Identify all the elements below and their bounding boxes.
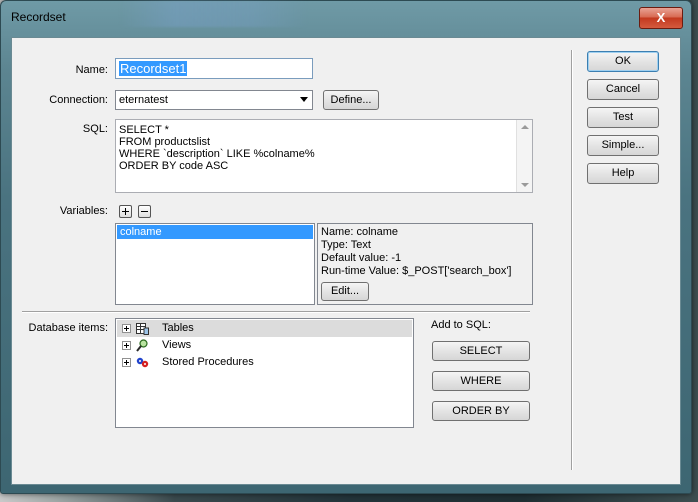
- window-title: Recordset: [11, 10, 66, 24]
- edit-variable-button[interactable]: Edit...: [321, 282, 369, 301]
- background-logo: [119, 1, 309, 27]
- sql-line: SELECT *: [119, 124, 169, 136]
- name-input-value: Recordset1: [119, 61, 188, 76]
- view-icon: [136, 339, 148, 352]
- add-variable-button[interactable]: [119, 205, 132, 218]
- separator: [22, 311, 530, 313]
- add-select-button[interactable]: SELECT: [432, 341, 530, 361]
- sql-line: FROM productslist: [119, 136, 211, 148]
- variable-detail: Run-time Value: $_POST['search_box']: [321, 265, 512, 277]
- variable-detail: Type: Text: [321, 239, 371, 251]
- expand-icon[interactable]: [122, 358, 131, 367]
- sql-textarea[interactable]: SELECT * FROM productslist WHERE `descri…: [115, 119, 533, 193]
- variable-detail: Name: colname: [321, 226, 399, 238]
- connection-select[interactable]: eternatest: [115, 90, 313, 110]
- dialog-client-area: Name: Recordset1 Connection: eternatest …: [11, 37, 681, 485]
- recordset-dialog: Recordset X Name: Recordset1 Connection:…: [0, 0, 692, 494]
- tree-item-stored-procedures[interactable]: Stored Procedures: [117, 354, 412, 371]
- simple-button[interactable]: Simple...: [587, 135, 659, 156]
- scroll-up-icon[interactable]: [521, 125, 529, 129]
- tree-item-label: Stored Procedures: [162, 356, 254, 368]
- variables-list[interactable]: colname: [115, 223, 315, 305]
- close-icon: X: [656, 10, 666, 25]
- stored-procedure-icon: [136, 357, 149, 368]
- sql-scrollbar[interactable]: [516, 120, 532, 192]
- list-item[interactable]: colname: [117, 225, 313, 239]
- name-label: Name:: [75, 64, 108, 76]
- variables-label: Variables:: [59, 205, 108, 217]
- add-where-button[interactable]: WHERE: [432, 371, 530, 391]
- chevron-down-icon: [300, 97, 308, 102]
- remove-variable-button[interactable]: [138, 205, 151, 218]
- add-order-by-button[interactable]: ORDER BY: [432, 401, 530, 421]
- vertical-separator: [571, 50, 573, 470]
- table-icon: [136, 323, 149, 335]
- add-to-sql-label: Add to SQL:: [431, 319, 491, 331]
- sql-line: ORDER BY code ASC: [119, 160, 229, 172]
- name-input[interactable]: Recordset1: [115, 58, 313, 79]
- connection-value: eternatest: [119, 94, 168, 106]
- scroll-down-icon[interactable]: [521, 183, 529, 187]
- variable-detail: Default value: -1: [321, 252, 402, 264]
- test-button[interactable]: Test: [587, 107, 659, 128]
- tree-item-label: Views: [162, 339, 192, 351]
- tree-item-label: Tables: [162, 322, 194, 334]
- expand-icon[interactable]: [122, 324, 131, 333]
- ok-button[interactable]: OK: [587, 51, 659, 72]
- cancel-button[interactable]: Cancel: [587, 79, 659, 100]
- close-button[interactable]: X: [639, 7, 683, 29]
- sql-line: WHERE `description` LIKE %colname%: [119, 148, 315, 160]
- tree-item-tables[interactable]: Tables: [117, 320, 412, 337]
- database-items-label: Database items:: [28, 322, 108, 334]
- title-bar[interactable]: Recordset X: [1, 1, 691, 31]
- sql-label: SQL:: [82, 123, 108, 135]
- expand-icon[interactable]: [122, 341, 131, 350]
- tree-item-views[interactable]: Views: [117, 337, 412, 354]
- define-button[interactable]: Define...: [323, 90, 379, 110]
- connection-label: Connection:: [49, 94, 108, 106]
- help-button[interactable]: Help: [587, 163, 659, 184]
- variable-details-panel: Name: colname Type: Text Default value: …: [317, 223, 533, 305]
- database-tree[interactable]: Tables Views Stored Procedures: [115, 318, 414, 428]
